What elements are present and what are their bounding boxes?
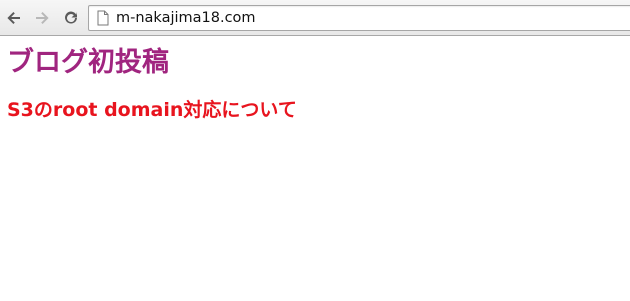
forward-button[interactable] bbox=[31, 7, 53, 29]
url-text[interactable]: m-nakajima18.com bbox=[116, 9, 256, 27]
back-button[interactable] bbox=[3, 7, 25, 29]
browser-toolbar: m-nakajima18.com bbox=[0, 0, 630, 36]
page-content: ブログ初投稿 S3のroot domain対応について bbox=[0, 36, 630, 301]
forward-arrow-icon bbox=[36, 12, 49, 24]
post-title[interactable]: S3のroot domain対応について bbox=[7, 98, 297, 122]
address-bar[interactable]: m-nakajima18.com bbox=[88, 5, 630, 31]
back-arrow-icon bbox=[7, 12, 21, 24]
reload-button[interactable] bbox=[60, 7, 82, 29]
reload-icon bbox=[65, 11, 77, 24]
page-icon bbox=[97, 10, 109, 26]
blog-title: ブログ初投稿 bbox=[7, 47, 169, 78]
